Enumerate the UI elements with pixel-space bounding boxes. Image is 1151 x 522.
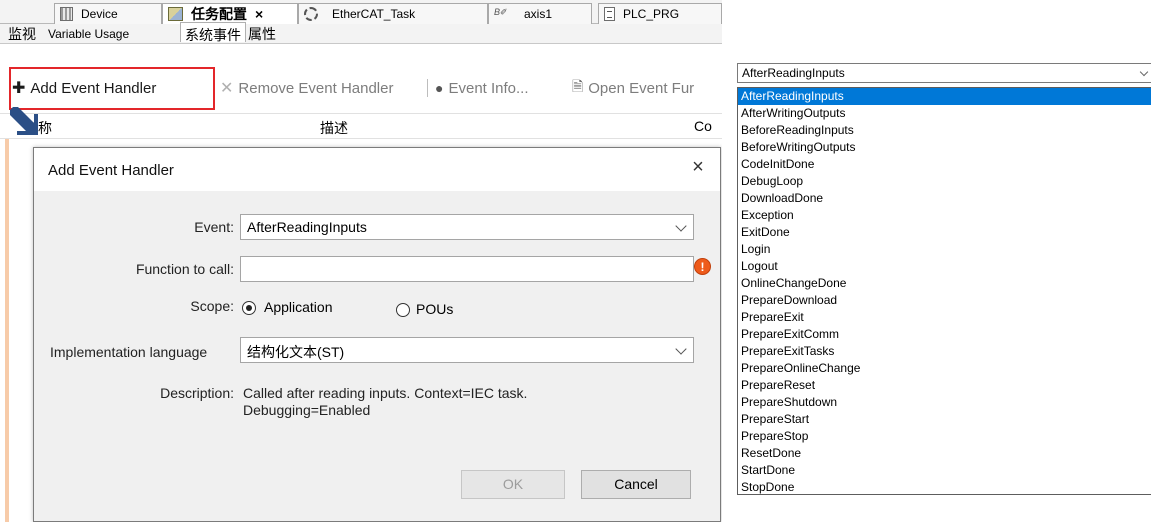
tab-label: Device [81, 7, 118, 21]
cancel-button[interactable]: Cancel [581, 470, 691, 499]
scope-pous-radio[interactable] [396, 303, 410, 317]
scope-label: Scope: [190, 298, 234, 314]
tab-label: PLC_PRG [623, 7, 680, 21]
event-option[interactable]: PrepareStart [738, 411, 1151, 428]
scope-application-radio[interactable] [242, 301, 256, 315]
event-list-header: 名称 描述 Co [0, 113, 722, 139]
event-option[interactable]: BeforeReadingInputs [738, 122, 1151, 139]
event-option[interactable]: PrepareExit [738, 309, 1151, 326]
tab-device[interactable]: Device [54, 3, 162, 24]
description-text: Called after reading inputs. Context=IEC… [243, 385, 527, 419]
scope-pous-label[interactable]: POUs [416, 301, 453, 317]
tab-close-icon[interactable]: × [255, 6, 263, 22]
open-function-icon: 🗎 [572, 78, 584, 94]
event-value: AfterReadingInputs [247, 219, 367, 235]
event-option[interactable]: PrepareStop [738, 428, 1151, 445]
tab-task-configuration[interactable]: 任务配置 × [162, 3, 298, 24]
event-info-button[interactable]: ● Event Info... [435, 78, 529, 98]
event-dropdown-value: AfterReadingInputs [742, 66, 845, 80]
event-option[interactable]: PrepareDownload [738, 292, 1151, 309]
event-option[interactable]: StartDone [738, 462, 1151, 479]
function-to-call-label: Function to call: [135, 261, 234, 277]
event-option[interactable]: PrepareExitTasks [738, 343, 1151, 360]
event-info-label: Event Info... [448, 79, 529, 97]
program-icon [604, 7, 615, 21]
dialog-title: Add Event Handler [48, 162, 174, 179]
remove-event-handler-button[interactable]: ✕ Remove Event Handler [220, 78, 393, 98]
chevron-down-icon [675, 220, 687, 232]
tab-axis1[interactable]: B✐ axis1 [488, 3, 592, 24]
chevron-down-icon [675, 343, 687, 355]
implementation-language-label: Implementation language [50, 344, 208, 360]
ok-button[interactable]: OK [461, 470, 565, 499]
tab-variable-usage[interactable]: Variable Usage [44, 24, 133, 44]
event-option[interactable]: AfterWritingOutputs [738, 105, 1151, 122]
description-line: Called after reading inputs. Context=IEC… [243, 385, 528, 401]
tab-monitor[interactable]: 监视 [4, 22, 40, 42]
task-gear-icon [304, 7, 318, 21]
error-icon: ! [694, 258, 711, 275]
open-event-function-button[interactable]: 🗎 Open Event Fur [572, 78, 694, 98]
tab-label: 任务配置 [191, 6, 247, 22]
implementation-language-combobox[interactable]: 结构化文本(ST) [240, 337, 694, 363]
event-option[interactable]: Exception [738, 207, 1151, 224]
event-option[interactable]: CodeInitDone [738, 156, 1151, 173]
document-tab-strip: Device 任务配置 × EtherCAT_Task B✐ axis1 PLC… [0, 0, 722, 24]
event-option[interactable]: Logout [738, 258, 1151, 275]
task-config-icon [168, 7, 183, 21]
panel-edge [5, 139, 9, 522]
event-option[interactable]: PrepareOnlineChange [738, 360, 1151, 377]
event-option[interactable]: ExitDone [738, 224, 1151, 241]
scope-application-label[interactable]: Application [264, 299, 333, 315]
tab-system-events[interactable]: 系统事件 [180, 22, 246, 43]
ide-editor-panel: Device 任务配置 × EtherCAT_Task B✐ axis1 PLC… [0, 0, 722, 522]
event-combobox[interactable]: AfterReadingInputs [240, 214, 694, 240]
chevron-down-icon [1139, 67, 1149, 77]
tab-label: EtherCAT_Task [332, 7, 416, 21]
remove-x-icon: ✕ [220, 80, 234, 97]
column-code[interactable]: Co [694, 118, 712, 134]
axis-icon: B✐ [494, 7, 508, 17]
device-icon [60, 7, 73, 21]
info-icon: ● [435, 80, 444, 96]
highlight-box [9, 67, 215, 110]
event-option[interactable]: AfterReadingInputs [738, 88, 1151, 105]
event-dropdown-selected[interactable]: AfterReadingInputs [737, 63, 1151, 83]
tab-label: axis1 [524, 7, 553, 21]
editor-sub-tabs: 监视 Variable Usage 系统事件 属性 [0, 22, 722, 44]
event-dropdown: AfterReadingInputs AfterReadingInputs Aft… [737, 63, 1151, 495]
description-label: Description: [160, 385, 234, 401]
event-option[interactable]: OnlineChangeDone [738, 275, 1151, 292]
implementation-language-value: 结构化文本(ST) [247, 344, 345, 360]
remove-event-handler-label: Remove Event Handler [238, 79, 394, 97]
event-option[interactable]: BeforeWritingOutputs [738, 139, 1151, 156]
event-option[interactable]: PrepareExitComm [738, 326, 1151, 343]
function-to-call-input[interactable] [240, 256, 694, 282]
tab-ethercat-task[interactable]: EtherCAT_Task [298, 3, 488, 24]
tab-properties[interactable]: 属性 [244, 22, 280, 42]
open-event-function-label: Open Event Fur [588, 79, 695, 97]
event-options-list: AfterReadingInputs AfterWritingOutputs Bef… [737, 87, 1151, 495]
event-option[interactable]: StopDone [738, 479, 1151, 494]
event-option[interactable]: DebugLoop [738, 173, 1151, 190]
event-option[interactable]: PrepareShutdown [738, 394, 1151, 411]
event-label: Event: [194, 219, 234, 235]
column-description[interactable]: 描述 [320, 118, 348, 138]
event-option[interactable]: PrepareReset [738, 377, 1151, 394]
toolbar-separator [427, 79, 428, 97]
event-option[interactable]: DownloadDone [738, 190, 1151, 207]
add-event-handler-dialog: Add Event Handler × Event: AfterReadingI… [33, 147, 721, 522]
event-option[interactable]: ResetDone [738, 445, 1151, 462]
pointer-arrow-icon [10, 107, 38, 135]
event-option[interactable]: Login [738, 241, 1151, 258]
tab-plc-prg[interactable]: PLC_PRG [598, 3, 722, 24]
close-icon[interactable]: × [687, 156, 709, 178]
description-line: Debugging=Enabled [243, 402, 371, 418]
dialog-titlebar: Add Event Handler × [34, 148, 720, 191]
